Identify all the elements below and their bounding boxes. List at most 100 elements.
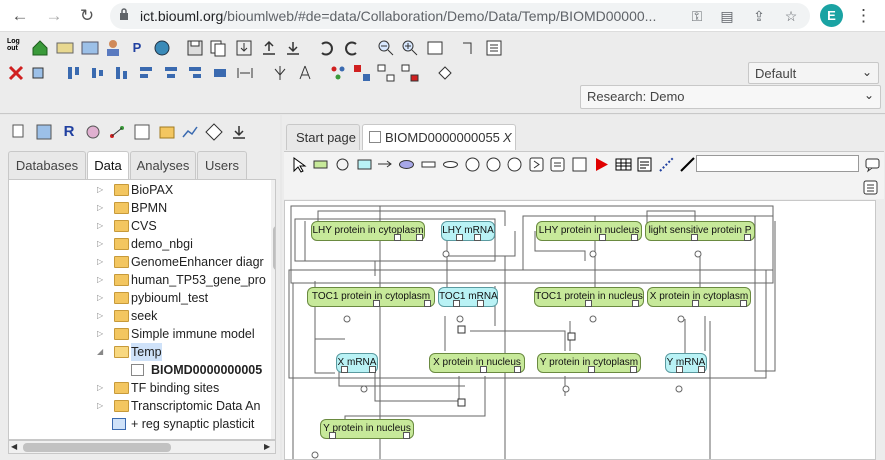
bar-icon[interactable] [420,156,437,173]
back-arrow-icon[interactable]: ← [8,4,32,28]
node-y-protein-nucleus[interactable]: Y protein in nucleus [320,419,414,439]
save-icon[interactable] [185,38,205,58]
align-center-icon[interactable] [161,63,181,83]
align-left-icon[interactable] [136,63,156,83]
undo-icon[interactable] [316,38,336,58]
key-icon[interactable]: ⚿ [688,7,706,25]
reaction-icon[interactable] [356,156,373,173]
tree-item[interactable]: ▷ seek [9,307,269,325]
not-icon[interactable] [506,156,523,173]
tree-item[interactable]: ▷ Transcriptomic Data An [9,397,269,415]
tab-biomd[interactable]: BIOMD0000000055 X [362,124,516,150]
tab-start-page[interactable]: Start page [286,124,360,150]
equation-icon[interactable] [549,156,566,173]
node-toc1-protein-nucleus[interactable]: TOC1 protein in nucleus [534,287,644,307]
table-icon[interactable] [615,156,632,173]
hierarchy-icon[interactable] [400,63,420,83]
node-y-mrna[interactable]: Y mRNA [665,353,707,373]
node-y-protein-cytoplasm[interactable]: Y protein in cytoplasm [537,353,641,373]
palette-icon[interactable] [83,122,103,142]
r-icon[interactable]: R [59,122,79,142]
random-layout-icon[interactable] [435,63,455,83]
vertical-scrollbar[interactable]: ▲ ▼ [271,180,275,439]
tab-data[interactable]: Data [87,151,129,180]
star-icon[interactable]: ☆ [782,7,800,25]
node-x-mrna[interactable]: X mRNA [336,353,378,373]
copy-icon[interactable] [208,38,228,58]
tree-item[interactable]: ▷ TF binding sites [9,379,269,397]
network-icon[interactable] [352,63,372,83]
home-icon[interactable] [30,38,50,58]
translate-icon[interactable]: ▤ [718,7,736,25]
redo-icon[interactable] [342,38,362,58]
export-icon[interactable] [229,122,249,142]
edge-icon[interactable] [459,38,479,58]
target-icon[interactable] [204,122,224,142]
align-bottom-icon[interactable] [112,63,132,83]
gallery-icon[interactable] [34,122,54,142]
zoom-out-icon[interactable] [376,38,396,58]
zoom-in-icon[interactable] [400,38,420,58]
cycle-icon[interactable] [334,156,351,173]
node-lhy-protein-nucleus[interactable]: LHY protein in nucleus [536,221,642,241]
avatar[interactable]: E [820,4,843,27]
dashed-line-icon[interactable] [658,156,675,173]
tree-item[interactable]: ▷ demo_nbgi [9,235,269,253]
tab-users[interactable]: Users [197,151,247,179]
and-icon[interactable] [464,156,481,173]
horizontal-scrollbar[interactable]: ◀ ▶ [8,440,276,454]
tree-item[interactable]: + reg synaptic plasticit [9,415,269,433]
project-select[interactable]: Research: Demo ⌄ [580,85,881,109]
address-bar[interactable]: ict.biouml.org/bioumlweb/#de=data/Collab… [110,3,810,29]
scroll-thumb[interactable] [273,226,275,270]
align-middle-icon[interactable] [88,63,108,83]
group-icon[interactable] [30,63,50,83]
node-lhy-protein-cytoplasm[interactable]: LHY protein in cytoplasm [311,221,425,241]
list-icon[interactable] [862,179,879,196]
note-icon[interactable] [636,156,653,173]
nodes-icon[interactable] [328,63,348,83]
tree-item-diagram[interactable]: BIOMD0000000005 [9,361,269,379]
diagram-canvas[interactable]: LHY protein in cytoplasm LHY mRNA LHY pr… [284,200,876,460]
align-right-icon[interactable] [185,63,205,83]
node-toc1-mrna[interactable]: TOC1 mRNA [438,287,498,307]
fit-icon[interactable] [425,38,445,58]
diagram-icon[interactable] [132,122,152,142]
canvas-scrollbar[interactable] [876,200,885,460]
node-x-protein-nucleus[interactable]: X protein in nucleus [429,353,525,373]
globe-icon[interactable] [152,38,172,58]
forward-arrow-icon[interactable]: → [42,4,66,28]
node-toc1-protein-cytoplasm[interactable]: TOC1 protein in cytoplasm [307,287,435,307]
vertical-layout-icon[interactable] [270,63,290,83]
tree-item[interactable]: ▷ BPMN [9,199,269,217]
node-light-sensitive-protein[interactable]: light sensitive protein P [645,221,755,241]
horizontal-layout-icon[interactable] [295,63,315,83]
lens-icon[interactable] [442,156,459,173]
upload-icon[interactable] [259,38,279,58]
connector-icon[interactable] [376,156,393,173]
ellipse-icon[interactable] [398,156,415,173]
tree-item[interactable]: ▷ CVS [9,217,269,235]
properties-icon[interactable] [484,38,504,58]
user-icon[interactable] [103,38,123,58]
compartment-icon[interactable] [312,156,329,173]
distribute-icon[interactable] [210,63,230,83]
tab-analyses[interactable]: Analyses [130,151,196,179]
p-icon[interactable]: P [127,38,147,58]
perspective-select[interactable]: Default ⌄ [748,62,879,84]
spacing-icon[interactable] [235,63,255,83]
tree-layout-icon[interactable] [376,63,396,83]
node-lhy-mrna[interactable]: LHY mRNA [441,221,495,241]
close-icon[interactable]: X [503,125,512,150]
function-icon[interactable] [571,156,588,173]
kebab-menu-icon[interactable]: ⋮ [855,5,872,27]
node-x-protein-cytoplasm[interactable]: X protein in cytoplasm [647,287,751,307]
align-top-icon[interactable] [64,63,84,83]
copy-element-icon[interactable] [10,122,30,142]
scroll-thumb[interactable] [23,443,171,452]
tab-databases[interactable]: Databases [8,151,86,179]
tree-item[interactable]: ▷ Simple immune model [9,325,269,343]
select-arrow-icon[interactable] [290,156,307,173]
import-icon[interactable] [234,38,254,58]
tree-item[interactable]: ▷ GenomeEnhancer diagr [9,253,269,271]
